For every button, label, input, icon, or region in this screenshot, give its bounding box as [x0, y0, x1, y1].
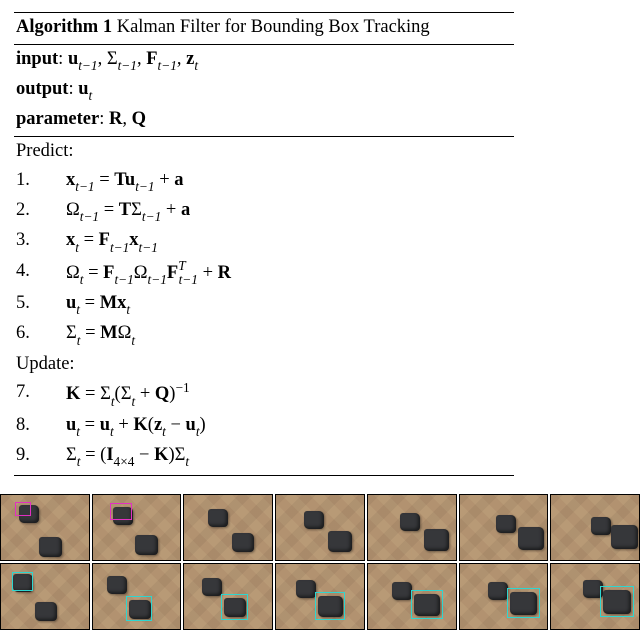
figure-row-1 — [0, 494, 640, 561]
frame — [367, 563, 457, 630]
step-2: 2. Ωt−1 = TΣt−1 + a — [16, 196, 512, 226]
output-vars: : ut — [68, 79, 92, 99]
figure-grid — [0, 494, 640, 630]
frame — [0, 563, 90, 630]
algorithm-number: Algorithm 1 — [16, 17, 112, 37]
algorithm-title-line: Algorithm 1 Kalman Filter for Bounding B… — [14, 13, 514, 45]
input-label: input — [16, 49, 58, 69]
frame — [367, 494, 457, 561]
output-label: output — [16, 79, 68, 99]
input-line: input: ut−1, Σt−1, Ft−1, zt — [16, 45, 512, 75]
step-eq: Σt = (I4×4 − K)Σt — [66, 441, 189, 471]
step-eq: ut = ut + K(zt − ut) — [66, 411, 206, 441]
step-7: 7. K = Σt(Σt + Q)−1 — [16, 378, 512, 410]
parameter-line: parameter: R, Q — [16, 105, 512, 134]
step-number: 2. — [16, 196, 66, 226]
step-eq: xt = Ft−1xt−1 — [66, 226, 158, 256]
update-label: Update: — [16, 350, 512, 379]
step-number: 4. — [16, 257, 66, 289]
step-eq: ut = Mxt — [66, 289, 130, 319]
input-vars: : ut−1, Σt−1, Ft−1, zt — [58, 49, 198, 69]
step-eq: Ωt−1 = TΣt−1 + a — [66, 196, 190, 226]
frame — [92, 563, 182, 630]
step-number: 6. — [16, 319, 66, 349]
frame — [183, 494, 273, 561]
frame — [183, 563, 273, 630]
algorithm-body: Predict: 1. xt−1 = Tut−1 + a 2. Ωt−1 = T… — [14, 137, 514, 475]
step-8: 8. ut = ut + K(zt − ut) — [16, 411, 512, 441]
frame — [92, 494, 182, 561]
step-number: 9. — [16, 441, 66, 471]
step-9: 9. Σt = (I4×4 − K)Σt — [16, 441, 512, 471]
step-1: 1. xt−1 = Tut−1 + a — [16, 166, 512, 196]
step-eq: K = Σt(Σt + Q)−1 — [66, 378, 190, 410]
algorithm-box: Algorithm 1 Kalman Filter for Bounding B… — [14, 12, 514, 476]
step-number: 7. — [16, 378, 66, 410]
figure-row-2 — [0, 563, 640, 630]
algorithm-io: input: ut−1, Σt−1, Ft−1, zt output: ut p… — [14, 45, 514, 137]
algorithm-title: Kalman Filter for Bounding Box Tracking — [112, 17, 430, 37]
frame — [459, 563, 549, 630]
predict-label: Predict: — [16, 137, 512, 166]
step-number: 3. — [16, 226, 66, 256]
step-number: 8. — [16, 411, 66, 441]
step-3: 3. xt = Ft−1xt−1 — [16, 226, 512, 256]
step-number: 1. — [16, 166, 66, 196]
frame — [459, 494, 549, 561]
parameter-vars: : R, Q — [99, 109, 146, 129]
parameter-label: parameter — [16, 109, 99, 129]
output-line: output: ut — [16, 75, 512, 105]
frame — [275, 494, 365, 561]
frame — [550, 563, 640, 630]
step-5: 5. ut = Mxt — [16, 289, 512, 319]
step-eq: Σt = MΩt — [66, 319, 135, 349]
frame — [550, 494, 640, 561]
step-6: 6. Σt = MΩt — [16, 319, 512, 349]
step-number: 5. — [16, 289, 66, 319]
frame — [275, 563, 365, 630]
step-eq: Ωt = Ft−1Ωt−1FTt−1 + R — [66, 257, 231, 289]
step-eq: xt−1 = Tut−1 + a — [66, 166, 184, 196]
step-4: 4. Ωt = Ft−1Ωt−1FTt−1 + R — [16, 257, 512, 289]
frame — [0, 494, 90, 561]
